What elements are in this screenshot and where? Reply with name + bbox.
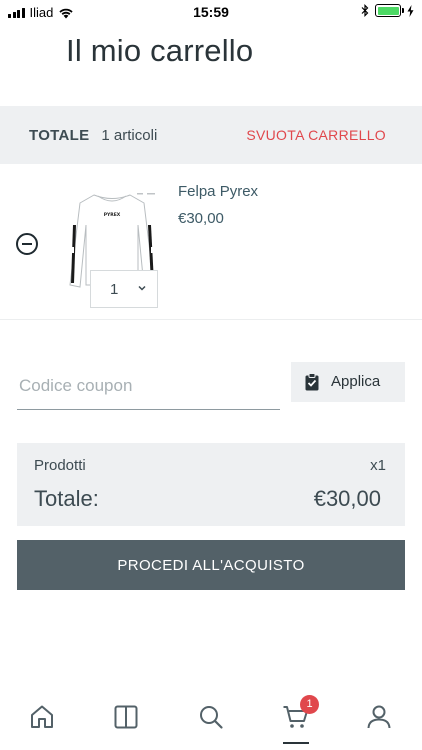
page-title: Il mio carrello	[66, 33, 254, 68]
catalog-icon	[114, 705, 138, 729]
apply-coupon-button[interactable]: Applica	[291, 362, 405, 402]
tab-bar: 1	[0, 690, 422, 750]
products-label: Prodotti	[34, 457, 86, 474]
status-bar: Iliad 15:59	[0, 0, 422, 24]
tab-account[interactable]	[359, 704, 399, 736]
user-icon	[367, 705, 391, 729]
order-summary: Prodotti x1 Totale: €30,00	[17, 443, 405, 526]
tab-catalog[interactable]	[106, 704, 146, 736]
product-name[interactable]: Felpa Pyrex	[178, 183, 258, 200]
cart-summary-bar: TOTALE 1 articoli SVUOTA CARRELLO	[0, 106, 422, 164]
tab-home[interactable]	[22, 704, 62, 736]
total-amount-label: Totale:	[34, 486, 99, 511]
total-amount-value: €30,00	[313, 486, 381, 511]
tab-search[interactable]	[191, 704, 231, 736]
status-time: 15:59	[193, 4, 229, 20]
tab-cart[interactable]: 1	[276, 695, 319, 736]
quantity-select[interactable]: 1	[90, 270, 158, 308]
battery-icon	[375, 4, 404, 17]
products-quantity: x1	[370, 457, 386, 474]
home-icon	[31, 705, 53, 728]
charging-bolt-icon	[407, 4, 414, 17]
svg-text:PYREX: PYREX	[104, 212, 121, 218]
bluetooth-icon	[361, 4, 369, 17]
coupon-input[interactable]	[17, 362, 280, 410]
apply-label: Applica	[331, 373, 381, 390]
checkout-button[interactable]: PROCEDI ALL'ACQUISTO	[17, 540, 405, 590]
search-icon	[200, 706, 223, 729]
quantity-value: 1	[110, 280, 119, 298]
status-right-group	[361, 4, 414, 17]
product-price: €30,00	[178, 210, 224, 227]
total-label: TOTALE	[29, 126, 90, 144]
remove-item-icon[interactable]	[16, 233, 38, 255]
cart-badge: 1	[300, 695, 319, 714]
clipboard-check-icon	[305, 373, 319, 391]
active-tab-indicator	[283, 742, 309, 744]
empty-cart-button[interactable]: SVUOTA CARRELLO	[246, 127, 386, 143]
items-count: 1 articoli	[101, 126, 158, 144]
chevron-down-icon	[138, 285, 146, 291]
